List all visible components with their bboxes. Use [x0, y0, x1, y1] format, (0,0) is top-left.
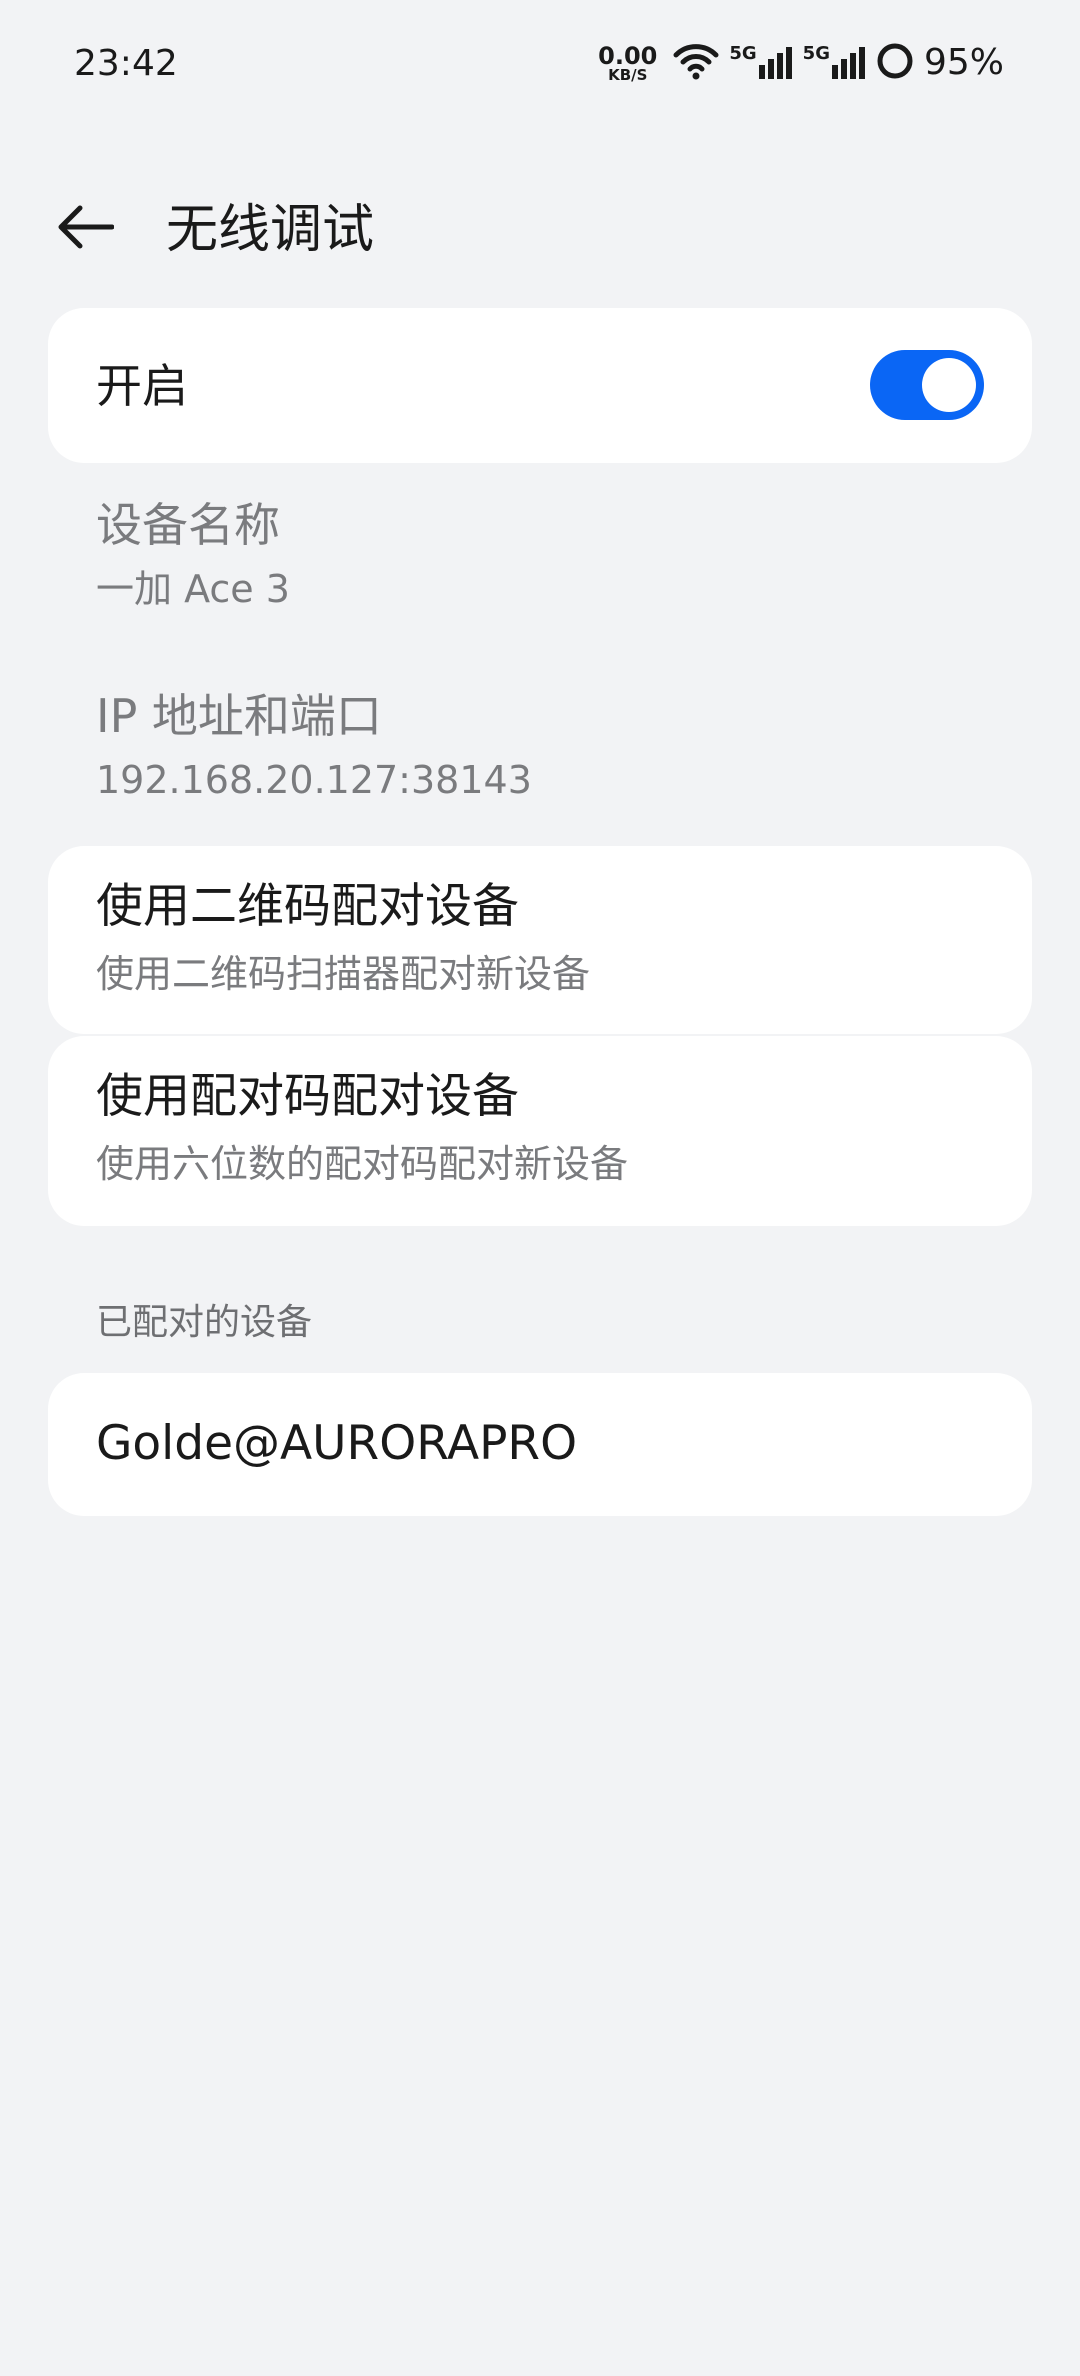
- back-arrow-icon: [56, 205, 115, 253]
- network-speed: 0.00 KB/S: [598, 44, 657, 83]
- ip-port-block: IP 地址和端口 192.168.20.127:38143: [96, 688, 996, 804]
- device-name-title: 设备名称: [96, 498, 280, 552]
- enable-toggle-card[interactable]: 开启: [48, 308, 1032, 463]
- pair-code-title: 使用配对码配对设备: [96, 1069, 519, 1124]
- enable-toggle-switch[interactable]: [870, 350, 984, 420]
- pair-code-item[interactable]: 使用配对码配对设备 使用六位数的配对码配对新设备: [48, 1036, 1032, 1226]
- battery-percent: 95%: [923, 42, 1004, 83]
- signal-2-type: 5G: [802, 43, 830, 64]
- page-title: 无线调试: [166, 200, 375, 260]
- back-button[interactable]: [50, 194, 120, 264]
- paired-devices-header: 已配对的设备: [96, 1302, 313, 1343]
- pair-qr-code-subtitle: 使用二维码扫描器配对新设备: [96, 952, 591, 996]
- header: 无线调试: [0, 190, 1080, 270]
- network-speed-value: 0.00: [598, 41, 658, 70]
- pair-code-subtitle: 使用六位数的配对码配对新设备: [96, 1142, 629, 1186]
- paired-device-name: Golde@AURORAPRO: [96, 1416, 578, 1471]
- cellular-signal-icon-2: 5G: [803, 45, 866, 81]
- ip-port-value: 192.168.20.127:38143: [96, 758, 532, 802]
- paired-device-item[interactable]: Golde@AURORAPRO: [48, 1373, 1032, 1516]
- device-name-value: 一加 Ace 3: [96, 567, 290, 611]
- wifi-icon: [673, 41, 719, 85]
- battery-icon: [876, 42, 914, 84]
- device-name-block: 设备名称 一加 Ace 3: [96, 497, 996, 613]
- status-icons: 0.00 KB/S 5G 5G 95%: [598, 38, 1004, 88]
- signal-1-type: 5G: [729, 43, 757, 64]
- status-bar: 23:42 0.00 KB/S 5G 5G 95%: [0, 0, 1080, 130]
- toggle-knob: [922, 358, 976, 412]
- network-speed-unit: KB/S: [608, 65, 648, 84]
- enable-toggle-label: 开启: [96, 359, 188, 413]
- pair-qr-code-item[interactable]: 使用二维码配对设备 使用二维码扫描器配对新设备: [48, 846, 1032, 1034]
- status-time: 23:42: [74, 43, 178, 84]
- pair-qr-code-title: 使用二维码配对设备: [96, 879, 519, 934]
- cellular-signal-icon-1: 5G: [729, 45, 792, 81]
- ip-port-title: IP 地址和端口: [96, 689, 382, 743]
